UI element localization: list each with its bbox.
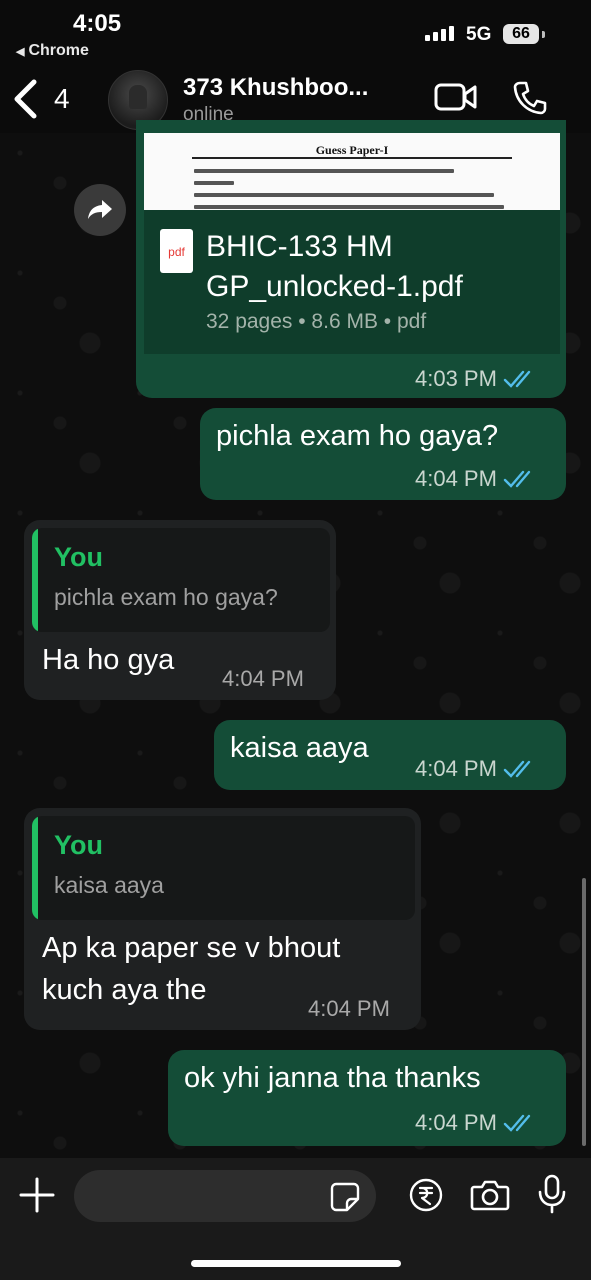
payment-button[interactable] [409,1178,443,1217]
reply-accent-bar [32,528,38,632]
read-ticks-icon [503,370,531,388]
message-text: ok yhi janna tha thanks [184,1062,481,1094]
message-time: 4:04 PM [415,756,497,781]
sticker-button[interactable] [330,1182,360,1217]
home-indicator[interactable] [191,1260,401,1267]
file-name: BHIC-133 HM GP_unlocked-1.pdf [206,227,463,307]
pdf-icon-label: pdf [168,245,185,259]
message-time: 4:04 PM [222,666,304,691]
file-name-line1: BHIC-133 HM [206,230,393,263]
outgoing-message[interactable]: ok yhi janna tha thanks 4:04 PM [168,1050,566,1146]
message-time: 4:03 PM [415,366,497,391]
camera-icon [470,1180,510,1211]
clock: 4:05 [73,10,122,37]
message-meta: 4:04 PM [415,756,537,782]
incoming-message[interactable]: You pichla exam ho gaya? Ha ho gya 4:04 … [24,520,336,700]
voice-call-button[interactable] [512,80,548,121]
message-text: kaisa aaya [230,732,369,764]
message-text: pichla exam ho gaya? [216,420,499,452]
network-type: 5G [466,24,492,45]
quoted-reply[interactable]: You pichla exam ho gaya? [32,528,330,632]
reply-accent-bar [32,816,38,920]
outgoing-message[interactable]: pichla exam ho gaya? 4:04 PM [200,408,566,500]
video-call-icon [434,83,477,111]
message-input[interactable] [90,1170,324,1224]
message-time: 4:04 PM [415,1110,497,1135]
message-meta: 4:03 PM [415,366,537,392]
back-chevron-icon [14,79,37,119]
read-ticks-icon [503,1114,531,1132]
reply-author: You [54,830,103,860]
message-meta: 4:04 PM [415,466,537,492]
document-text-line [194,181,234,185]
attach-button[interactable] [18,1176,56,1219]
document-text-line [194,205,504,209]
unread-count: 4 [54,83,70,114]
contact-name[interactable]: 373 Khushboo... [183,74,368,102]
read-ticks-icon [503,760,531,778]
sticker-icon [330,1182,360,1212]
message-meta: 4:04 PM [222,666,304,692]
read-ticks-icon [503,470,531,488]
camera-button[interactable] [470,1178,510,1217]
forward-icon [88,200,112,219]
mic-icon [538,1174,566,1214]
outgoing-message[interactable]: kaisa aaya 4:04 PM [214,720,566,790]
rupee-icon [409,1178,443,1212]
scrollbar[interactable] [582,878,586,1146]
file-name-line2: GP_unlocked-1.pdf [206,270,463,303]
document-text-line [194,169,454,173]
document-rule [192,157,512,159]
signal-icon [425,26,454,41]
message-time: 4:04 PM [308,996,390,1021]
document-text-line [194,193,494,197]
reply-text: pichla exam ho gaya? [54,584,278,610]
document-preview-title: Guess Paper-I [315,143,389,157]
back-button[interactable]: 4 [12,78,82,120]
incoming-message[interactable]: You kaisa aaya Ap ka paper se v bhout ku… [24,808,421,1030]
forward-button[interactable] [74,184,126,236]
back-app-label: Chrome [28,42,89,59]
message-time: 4:04 PM [415,466,497,491]
reply-author: You [54,542,103,572]
message-meta: 4:04 PM [308,996,390,1022]
phone-icon [513,81,547,115]
battery-tip [542,31,545,38]
message-meta: 4:04 PM [415,1110,537,1136]
reply-text: kaisa aaya [54,872,164,898]
document-preview[interactable]: Guess Paper-I [144,133,560,210]
back-to-app-link[interactable]: ◀ Chrome [16,42,89,60]
back-triangle-icon: ◀ [16,46,25,58]
message-text-line2: kuch aya the [42,974,207,1006]
message-text-line1: Ap ka paper se v bhout [42,932,341,964]
plus-icon [19,1177,55,1213]
battery-icon: 66 [503,24,539,44]
message-text: Ha ho gya [42,644,175,676]
video-call-button[interactable] [434,82,478,117]
pdf-icon: pdf [160,229,193,273]
status-bar: 4:05 ◀ Chrome 5G 66 [0,0,591,64]
quoted-reply[interactable]: You kaisa aaya [32,816,415,920]
voice-message-button[interactable] [537,1174,567,1219]
file-info: 32 pages • 8.6 MB • pdf [206,310,427,333]
